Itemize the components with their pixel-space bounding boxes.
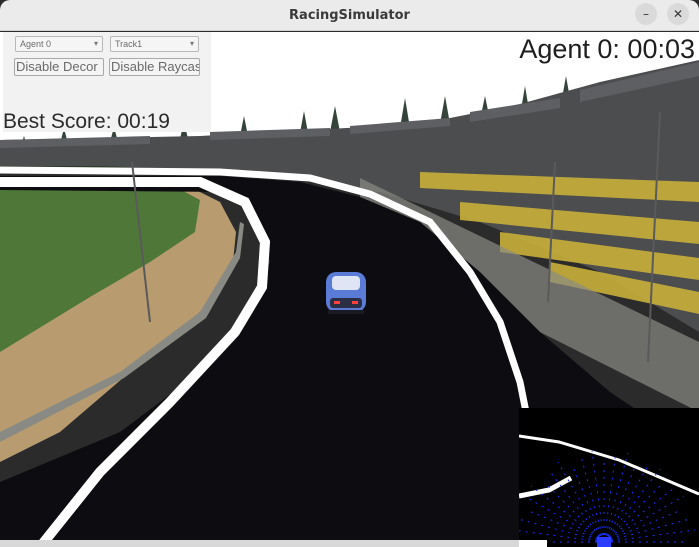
chevron-down-icon: ▾ — [189, 39, 194, 48]
game-viewport[interactable]: Agent 0 ▾ Track1 ▾ Disable Decor Disable… — [0, 32, 699, 547]
agent-timer: Agent 0: 00:03 — [519, 34, 695, 64]
minimap-car — [597, 537, 611, 547]
track-select-value: Track1 — [115, 39, 143, 49]
raycast-ray — [603, 485, 661, 543]
raycast-ray — [603, 452, 629, 543]
track-edge — [0, 540, 519, 547]
raycast-ray — [603, 495, 684, 543]
player-car — [326, 272, 366, 314]
disable-raycast-button[interactable]: Disable Raycast — [109, 58, 200, 76]
minimize-button[interactable]: – — [635, 3, 657, 25]
close-icon: ✕ — [672, 7, 684, 21]
racing-simulator-window: RacingSimulator – ✕ Agent 0 ▾ Track1 ▾ D… — [0, 0, 699, 547]
raycast-ray — [547, 485, 605, 543]
raycast-minimap — [519, 408, 699, 547]
raycast-ray — [529, 498, 605, 543]
minimap-inner-line — [519, 475, 573, 499]
minimap-edge — [519, 540, 547, 547]
chevron-down-icon: ▾ — [93, 39, 98, 48]
raycast-ray — [530, 485, 605, 543]
title-bar[interactable]: RacingSimulator – ✕ — [0, 0, 699, 31]
track-select[interactable]: Track1 ▾ — [110, 36, 199, 52]
minimize-icon: – — [643, 7, 649, 21]
raycast-view — [519, 434, 699, 547]
close-button[interactable]: ✕ — [667, 3, 689, 25]
best-score: Best Score: 00:19 — [3, 110, 170, 133]
raycast-ray — [603, 468, 661, 543]
disable-decor-button[interactable]: Disable Decor — [14, 58, 104, 76]
agent-select[interactable]: Agent 0 ▾ — [15, 36, 103, 52]
raycast-rays — [519, 450, 696, 543]
agent-select-value: Agent 0 — [20, 39, 52, 49]
raycast-ray — [581, 458, 605, 543]
minimap-outer-line — [519, 434, 699, 496]
raycast-ray — [557, 462, 605, 543]
window-title: RacingSimulator — [289, 7, 410, 23]
raycast-ray — [519, 518, 605, 543]
raycast-ray — [603, 467, 648, 543]
raycast-ray — [603, 519, 688, 543]
